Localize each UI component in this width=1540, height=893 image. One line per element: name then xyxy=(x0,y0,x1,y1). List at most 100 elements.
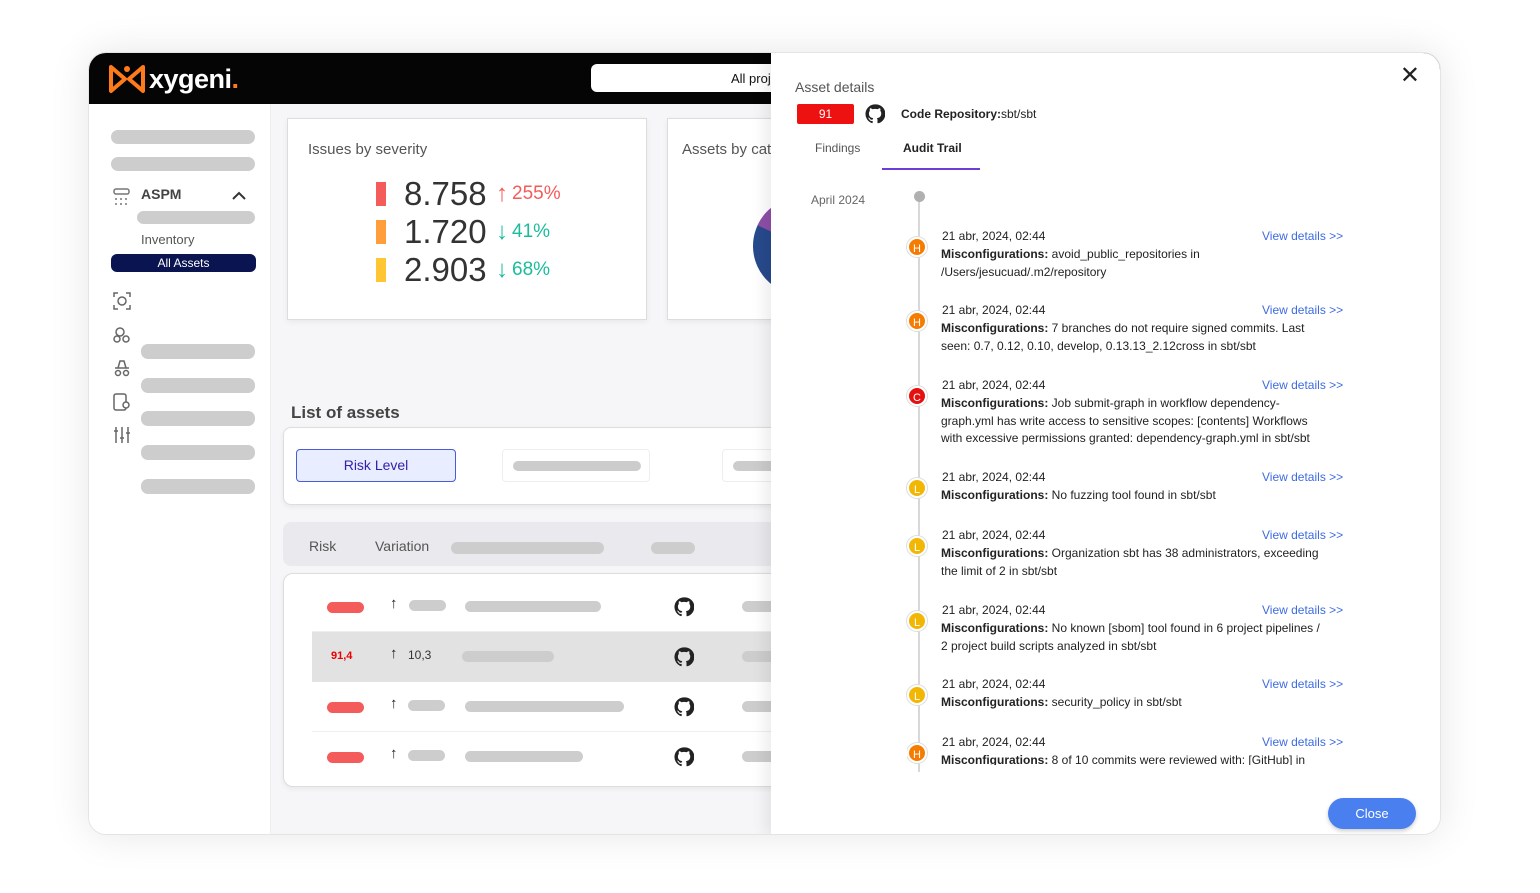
event-description: Misconfigurations: No fuzzing tool found… xyxy=(941,487,1323,505)
filter-placeholder[interactable] xyxy=(502,449,650,482)
sidebar-item-all-assets[interactable]: All Assets xyxy=(111,254,256,272)
filter-card: Risk Level xyxy=(283,427,812,505)
view-details-link[interactable]: View details >> xyxy=(1262,528,1343,542)
severity-row-critical: 8.758 ↑ 255% xyxy=(376,175,561,213)
event-kind: Misconfigurations: xyxy=(941,321,1049,335)
sidebar-placeholder xyxy=(111,130,255,144)
issues-by-severity-card: Issues by severity 8.758 ↑ 255% 1.720 ↓ … xyxy=(287,118,647,320)
aspm-icon xyxy=(113,188,130,205)
incognito-icon[interactable] xyxy=(111,357,133,379)
severity-count: 8.758 xyxy=(404,175,487,212)
event-text: 8 of 10 commits were reviewed with: [Git… xyxy=(1048,753,1306,765)
view-details-link[interactable]: View details >> xyxy=(1262,470,1343,484)
severity-badge: H xyxy=(907,237,927,257)
risk-pill xyxy=(327,702,364,713)
view-details-link[interactable]: View details >> xyxy=(1262,378,1343,392)
sliders-icon[interactable] xyxy=(111,424,133,446)
arrow-up-icon: ↑ xyxy=(390,595,398,612)
event-date: 21 abr, 2024, 02:44 xyxy=(942,677,1046,691)
arrow-up-icon: ↑ xyxy=(390,695,398,712)
xygeni-logo[interactable]: xygeni. xyxy=(109,63,239,95)
table-row[interactable]: ↑ xyxy=(312,732,802,782)
severity-pct: 68% xyxy=(512,259,551,280)
view-details-link[interactable]: View details >> xyxy=(1262,229,1343,243)
event-date: 21 abr, 2024, 02:44 xyxy=(942,229,1046,243)
table-row[interactable]: ↑ xyxy=(312,582,802,632)
brand-name: xygeni xyxy=(149,63,232,94)
sidebar-placeholder xyxy=(137,211,255,224)
risk-score: 91,4 xyxy=(331,650,353,662)
sidebar-placeholder xyxy=(141,445,255,460)
view-details-link[interactable]: View details >> xyxy=(1262,603,1343,617)
event-description: Misconfigurations: No known [sbom] tool … xyxy=(941,620,1323,655)
chevron-up-icon[interactable] xyxy=(231,190,247,202)
severity-badge: L xyxy=(907,478,927,498)
tab-findings[interactable]: Findings xyxy=(815,141,860,155)
close-icon[interactable]: ✕ xyxy=(1400,61,1420,90)
sidebar-placeholder xyxy=(141,411,255,426)
sidebar-placeholder xyxy=(141,378,255,393)
view-details-link[interactable]: View details >> xyxy=(1262,735,1343,749)
severity-badge: L xyxy=(907,685,927,705)
column-variation[interactable]: Variation xyxy=(375,538,429,554)
close-button[interactable]: Close xyxy=(1328,798,1416,829)
repo-label: Code Repository: xyxy=(901,107,1002,121)
placeholder-bar xyxy=(408,700,445,711)
event-description: Misconfigurations: security_policy in sb… xyxy=(941,694,1323,712)
event-description: Misconfigurations: Organization sbt has … xyxy=(941,545,1323,580)
timeline-start-dot xyxy=(914,191,925,202)
timeline-month: April 2024 xyxy=(811,193,866,207)
asset-details-panel: Asset details ✕ 91 Code Repository: sbt/… xyxy=(771,53,1440,834)
sidebar-item-aspm[interactable]: ASPM xyxy=(141,186,181,202)
scan-icon[interactable] xyxy=(111,290,133,312)
arrow-down-icon: ↓ xyxy=(496,218,508,245)
sidebar-placeholder xyxy=(141,479,255,494)
repo-value: sbt/sbt xyxy=(1001,107,1037,121)
arrow-up-icon: ↑ xyxy=(390,645,398,662)
card-title: Assets by cat xyxy=(682,141,772,158)
placeholder-bar xyxy=(409,600,446,611)
table-row[interactable]: ↑ xyxy=(312,682,802,732)
sidebar-item-inventory[interactable]: Inventory xyxy=(141,232,194,247)
active-tab-indicator xyxy=(882,168,980,170)
severity-marker xyxy=(376,258,386,282)
placeholder-bar xyxy=(513,461,641,471)
brand-dot: . xyxy=(231,63,240,94)
severity-badge: L xyxy=(907,536,927,556)
placeholder-bar xyxy=(465,751,583,762)
event-kind: Misconfigurations: xyxy=(941,396,1049,410)
event-kind: Misconfigurations: xyxy=(941,546,1049,560)
severity-pct: 41% xyxy=(512,221,551,242)
github-icon xyxy=(674,747,694,767)
sidebar: ASPM Inventory All Assets xyxy=(89,104,271,834)
placeholder-bar xyxy=(462,651,554,662)
view-details-link[interactable]: View details >> xyxy=(1262,677,1343,691)
event-date: 21 abr, 2024, 02:44 xyxy=(942,303,1046,317)
github-icon xyxy=(674,697,694,717)
event-description: Misconfigurations: avoid_public_reposito… xyxy=(941,246,1323,281)
event-description: Misconfigurations: Job submit-graph in w… xyxy=(941,395,1323,448)
assets-table-header: Risk Variation xyxy=(283,522,803,566)
event-kind: Misconfigurations: xyxy=(941,621,1049,635)
view-details-link[interactable]: View details >> xyxy=(1262,303,1343,317)
severity-count: 2.903 xyxy=(404,251,487,288)
severity-badge: H xyxy=(907,311,927,331)
severity-badge: L xyxy=(907,611,927,631)
table-row-selected[interactable]: 91,4 ↑ 10,3 xyxy=(312,632,802,682)
device-search-icon[interactable] xyxy=(111,391,133,413)
severity-marker xyxy=(376,182,386,206)
column-placeholder xyxy=(651,542,695,554)
list-of-assets-title: List of assets xyxy=(291,403,400,422)
risk-level-button[interactable]: Risk Level xyxy=(296,449,456,482)
risk-score-badge: 91 xyxy=(797,104,854,124)
column-placeholder xyxy=(451,542,604,554)
event-date: 21 abr, 2024, 02:44 xyxy=(942,470,1046,484)
event-description: Misconfigurations: 7 branches do not req… xyxy=(941,320,1323,355)
placeholder-bar xyxy=(465,601,601,612)
tab-audit-trail[interactable]: Audit Trail xyxy=(903,141,962,155)
sidebar-placeholder xyxy=(111,157,255,171)
cloud-icon[interactable] xyxy=(111,324,133,346)
arrow-up-icon: ↑ xyxy=(496,180,508,207)
column-risk[interactable]: Risk xyxy=(309,538,336,554)
github-icon xyxy=(865,104,885,124)
